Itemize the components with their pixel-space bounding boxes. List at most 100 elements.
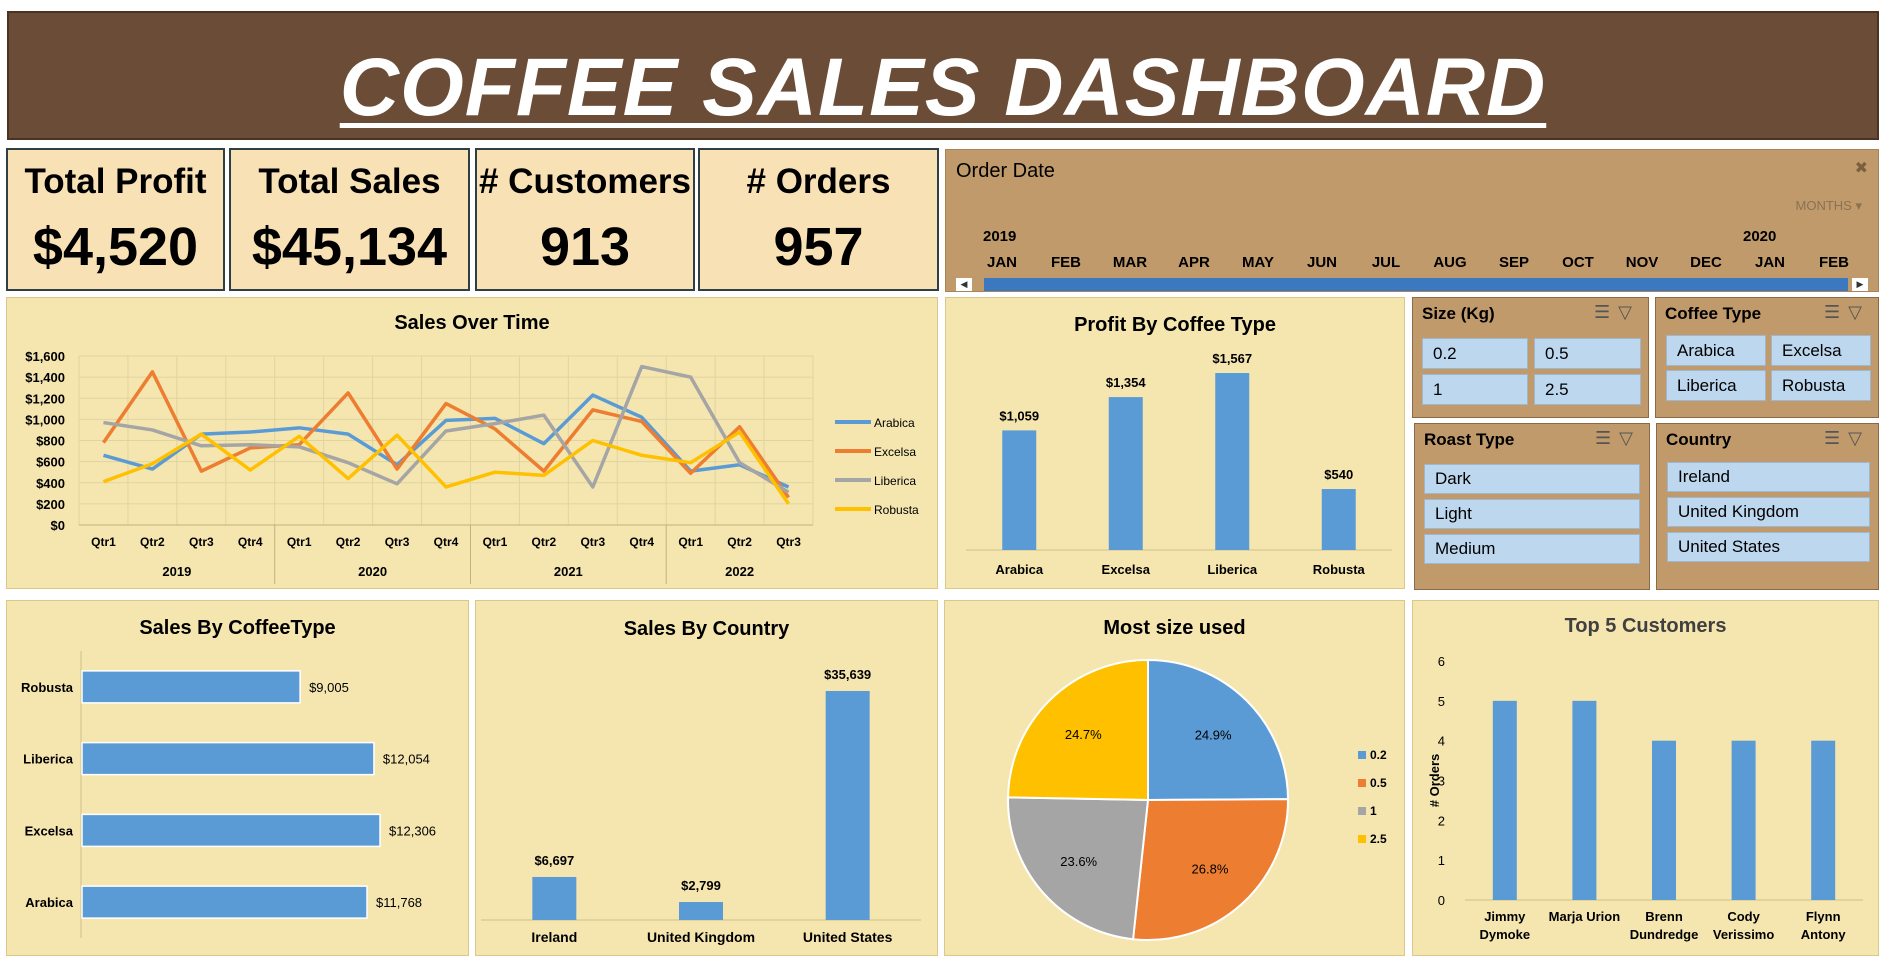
data-label: 26.8% bbox=[1192, 862, 1229, 877]
top-5-customers-panel: Top 5 Customers 0 1 2 3 4 5 6 # Orders Jimmy Dymo… bbox=[1412, 600, 1879, 956]
timeline-month[interactable]: MAR bbox=[1100, 254, 1160, 271]
data-label: $6,697 bbox=[534, 853, 574, 868]
sales-over-time-chart: $0 $200 $400 $600 $800 $1,000 $1,200 $1,400 $1,6… bbox=[25, 349, 919, 584]
slicer-item-liberica[interactable]: Liberica bbox=[1666, 370, 1766, 401]
x-tick-label: Qtr4 bbox=[434, 535, 459, 549]
clear-filter-icon[interactable]: ▽ bbox=[1618, 302, 1640, 322]
data-label: $12,306 bbox=[389, 823, 436, 838]
slicer-item-united-kingdom[interactable]: United Kingdom bbox=[1667, 497, 1870, 527]
slicer-item-1[interactable]: 1 bbox=[1422, 374, 1528, 405]
slicer-item-medium[interactable]: Medium bbox=[1424, 534, 1640, 564]
bar bbox=[1321, 489, 1356, 550]
legend-swatch bbox=[1358, 751, 1366, 759]
kpi-orders: # Orders 957 bbox=[698, 148, 939, 291]
slicer-item-robusta[interactable]: Robusta bbox=[1771, 370, 1871, 401]
legend-label: 0.2 bbox=[1370, 748, 1387, 762]
multi-select-icon[interactable]: ☰ bbox=[1824, 428, 1848, 448]
x-tick-label: Cody bbox=[1727, 909, 1760, 924]
top-5-customers-chart: 0123456# OrdersJimmyDymokeMarja Urion Bre… bbox=[1427, 654, 1863, 942]
x-tick-label: Arabica bbox=[995, 562, 1043, 577]
x-group-label: 2022 bbox=[725, 564, 754, 579]
timeline-title: Order Date bbox=[956, 160, 1055, 182]
x-tick-label: Ireland bbox=[531, 929, 577, 945]
timeline-selection-bar[interactable] bbox=[984, 278, 1848, 291]
multi-select-icon[interactable]: ☰ bbox=[1594, 302, 1618, 322]
x-tick-label: Dundredge bbox=[1630, 927, 1699, 942]
x-tick-label: Marja Urion bbox=[1549, 909, 1621, 924]
slicer-title: Country bbox=[1666, 430, 1732, 449]
timeline-level-selector[interactable]: MONTHS ▾ bbox=[1796, 198, 1862, 214]
multi-select-icon[interactable]: ☰ bbox=[1595, 428, 1619, 448]
timeline-month[interactable]: MAY bbox=[1228, 254, 1288, 271]
clear-filter-icon[interactable]: ▽ bbox=[1619, 428, 1641, 448]
y-tick-label: 4 bbox=[1438, 734, 1445, 749]
data-label: $1,567 bbox=[1212, 351, 1252, 366]
series-line-liberica bbox=[103, 364, 790, 494]
x-tick-label: Verissimo bbox=[1713, 927, 1774, 942]
x-tick-label: Qtr4 bbox=[238, 535, 263, 549]
timeline-month[interactable]: FEB bbox=[1804, 254, 1864, 271]
x-tick-label: Jimmy bbox=[1484, 909, 1526, 924]
y-tick-label: Excelsa bbox=[25, 823, 74, 838]
timeline-month[interactable]: AUG bbox=[1420, 254, 1480, 271]
sales-by-country-panel: Sales By Country $6,697 Ireland $2,799 Unit… bbox=[475, 600, 938, 956]
y-tick-label: 1 bbox=[1438, 853, 1445, 868]
slicer-item-0.2[interactable]: 0.2 bbox=[1422, 338, 1528, 369]
bar bbox=[1215, 373, 1250, 550]
slicer-item-united-states[interactable]: United States bbox=[1667, 532, 1870, 562]
scroll-left-icon[interactable]: ◀ bbox=[956, 278, 972, 291]
timeline-month[interactable]: JUL bbox=[1356, 254, 1416, 271]
sales-by-coffeetype-chart: $9,005 Robusta $12,054 Liberica $12,306 Excel… bbox=[21, 651, 436, 938]
x-group-label: 2021 bbox=[554, 564, 583, 579]
slicer-item-2.5[interactable]: 2.5 bbox=[1534, 374, 1641, 405]
scroll-right-icon[interactable]: ▶ bbox=[1852, 278, 1868, 291]
timeline-month[interactable]: DEC bbox=[1676, 254, 1736, 271]
slicer-item-excelsa[interactable]: Excelsa bbox=[1771, 335, 1871, 366]
slicer-item-dark[interactable]: Dark bbox=[1424, 464, 1640, 494]
clear-filter-icon[interactable]: ▽ bbox=[1848, 428, 1870, 448]
slicer-title: Size (Kg) bbox=[1422, 304, 1495, 323]
kpi-total-sales: Total Sales $45,134 bbox=[229, 148, 470, 291]
timeline-month[interactable]: JAN bbox=[972, 254, 1032, 271]
kpi-label: # Customers bbox=[478, 162, 692, 201]
x-tick-label: Excelsa bbox=[1102, 562, 1151, 577]
kpi-customers: # Customers 913 bbox=[475, 148, 695, 291]
x-tick-label: Brenn bbox=[1645, 909, 1683, 924]
timeline-month[interactable]: NOV bbox=[1612, 254, 1672, 271]
slicer-item-0.5[interactable]: 0.5 bbox=[1534, 338, 1641, 369]
legend-label: Excelsa bbox=[874, 445, 916, 459]
timeline-month[interactable]: APR bbox=[1164, 254, 1224, 271]
order-date-timeline[interactable]: Order Date ✖ MONTHS ▾ 2019 2020 JAN FEB MA… bbox=[945, 149, 1879, 292]
data-label: $1,354 bbox=[1106, 375, 1147, 390]
y-tick-label: 0 bbox=[1438, 893, 1445, 908]
clear-filter-icon[interactable]: ▽ bbox=[1848, 302, 1870, 322]
data-label: $12,054 bbox=[383, 752, 430, 767]
y-tick-label: $400 bbox=[36, 476, 65, 491]
x-tick-label: Qtr2 bbox=[532, 535, 557, 549]
x-tick-label: Liberica bbox=[1207, 562, 1258, 577]
x-tick-label: Qtr4 bbox=[629, 535, 654, 549]
sales-by-coffeetype-panel: Sales By CoffeeType $9,005 Robusta $12,054… bbox=[6, 600, 469, 956]
slicer-item-arabica[interactable]: Arabica bbox=[1666, 335, 1766, 366]
data-label: $1,059 bbox=[999, 408, 1039, 423]
y-tick-label: Robusta bbox=[21, 680, 74, 695]
slicer-item-light[interactable]: Light bbox=[1424, 499, 1640, 529]
timeline-month[interactable]: OCT bbox=[1548, 254, 1608, 271]
sales-by-country-chart: $6,697 Ireland $2,799 United Kingdom $35,639… bbox=[481, 667, 921, 945]
x-tick-label: Dymoke bbox=[1480, 927, 1531, 942]
timeline-month[interactable]: SEP bbox=[1484, 254, 1544, 271]
slicer-item-ireland[interactable]: Ireland bbox=[1667, 462, 1870, 492]
timeline-month[interactable]: JAN bbox=[1740, 254, 1800, 271]
dashboard-header: COFFEE SALES DASHBOARD bbox=[7, 11, 1879, 140]
clear-filter-icon[interactable]: ✖ bbox=[1855, 158, 1868, 178]
bar bbox=[679, 902, 723, 920]
legend-swatch bbox=[1358, 779, 1366, 787]
multi-select-icon[interactable]: ☰ bbox=[1824, 302, 1848, 322]
x-tick-label: Qtr1 bbox=[678, 535, 703, 549]
kpi-value: 913 bbox=[539, 217, 631, 277]
kpi-label: Total Profit bbox=[24, 162, 207, 201]
timeline-month[interactable]: FEB bbox=[1036, 254, 1096, 271]
coffee-type-slicer: Coffee Type ☰▽ Arabica Excelsa Liberica … bbox=[1655, 297, 1879, 418]
timeline-month[interactable]: JUN bbox=[1292, 254, 1352, 271]
slicer-title: Coffee Type bbox=[1665, 304, 1762, 323]
